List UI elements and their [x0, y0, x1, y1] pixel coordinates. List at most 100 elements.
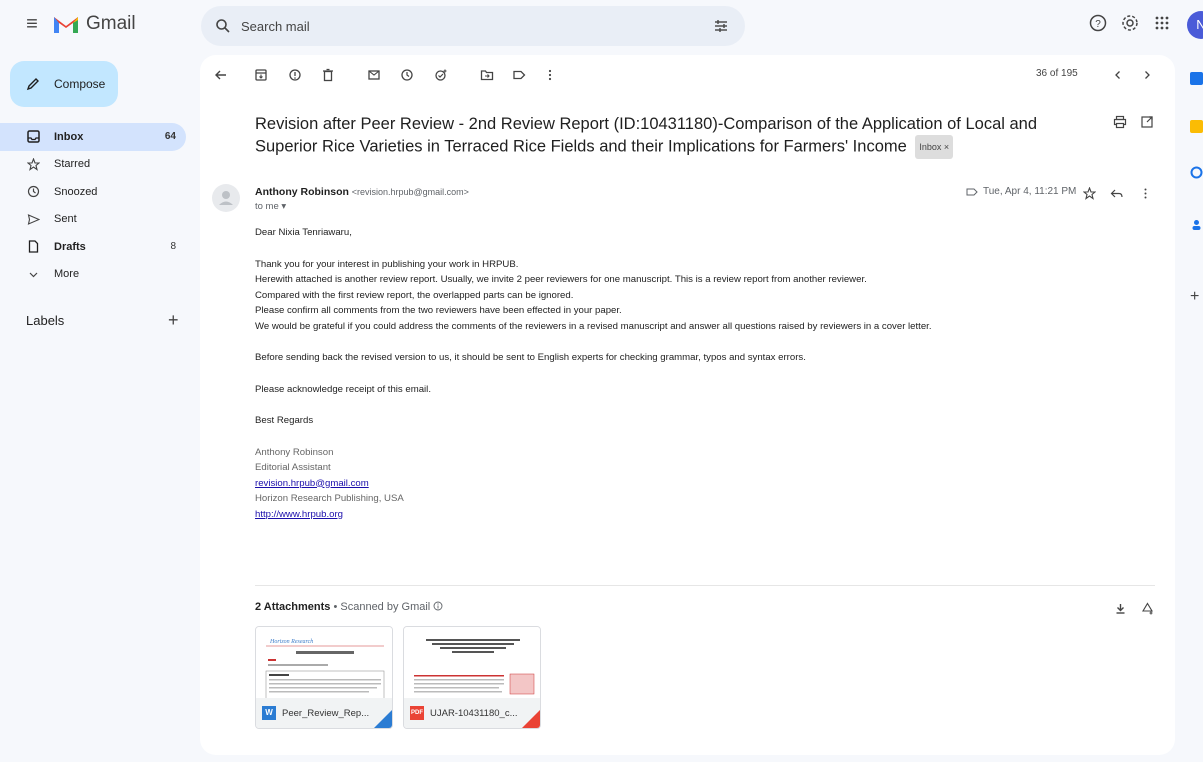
snooze-clock-icon[interactable] [398, 66, 416, 84]
attachment-filename: Peer_Review_Rep... [282, 707, 370, 719]
attachment-filename: UJAR-10431180_c... [430, 707, 518, 719]
signature-email-link[interactable]: revision.hrpub@gmail.com [255, 478, 369, 489]
gmail-logo[interactable]: Gmail [52, 11, 136, 37]
calendar-app-icon[interactable] [1190, 72, 1203, 85]
print-icon[interactable] [1111, 113, 1129, 131]
tasks-app-icon[interactable] [1190, 166, 1203, 179]
sidebar-nav: Inbox 64 Starred Snoozed Sent Drafts 8 M… [0, 123, 190, 288]
gmail-logo-icon [54, 17, 78, 33]
compose-label: Compose [54, 77, 106, 91]
sidebar-item-sent[interactable]: Sent [0, 206, 186, 234]
sidebar-item-label: Starred [54, 158, 91, 171]
add-label-icon[interactable]: + [168, 310, 179, 331]
attachment-card[interactable]: Horizon Research W Peer_Review_Rep... [255, 626, 393, 729]
move-to-folder-icon[interactable] [478, 66, 496, 84]
top-header: ≡ Gmail Search mail ? N [0, 0, 1203, 50]
gmail-app: ≡ Gmail Search mail ? N Compose Inbox 64… [0, 0, 1203, 762]
draft-count: 8 [170, 241, 176, 253]
label-tag-icon[interactable] [510, 66, 528, 84]
send-icon [26, 212, 40, 226]
compose-button[interactable]: Compose [10, 61, 118, 107]
search-options-icon[interactable] [713, 18, 729, 34]
file-corner-mark [522, 710, 540, 728]
labels-heading: Labels [26, 313, 65, 328]
apps-grid-icon[interactable] [1152, 13, 1172, 33]
body-line: Please confirm all comments from the two… [255, 305, 622, 316]
archive-icon[interactable] [252, 66, 270, 84]
more-options-icon[interactable] [541, 66, 559, 84]
contacts-app-icon[interactable] [1190, 218, 1203, 231]
keep-app-icon[interactable] [1190, 120, 1203, 133]
add-to-tasks-icon[interactable] [432, 66, 450, 84]
add-to-drive-icon[interactable] [1138, 599, 1156, 617]
search-bar[interactable] [201, 6, 745, 46]
signature-website-link[interactable]: http://www.hrpub.org [255, 509, 343, 520]
settings-gear-icon[interactable] [1120, 13, 1140, 33]
reply-arrow-icon[interactable] [1107, 184, 1125, 202]
email-view: 36 of 195 Revision after Peer Review - 2… [200, 55, 1175, 755]
message-more-icon[interactable] [1136, 184, 1154, 202]
star-icon [26, 157, 40, 171]
back-arrow-icon[interactable] [212, 66, 230, 84]
add-addon-icon[interactable]: + [1190, 289, 1203, 305]
clock-icon [26, 185, 40, 199]
signature-company: Horizon Research Publishing, USA [255, 493, 404, 504]
attachments-count: 2 Attachments [255, 601, 331, 613]
app-name: Gmail [86, 13, 136, 34]
sidebar-item-label: Snoozed [54, 185, 98, 198]
svg-text:?: ? [1095, 19, 1101, 30]
message-pager: 36 of 195 [1036, 68, 1078, 79]
download-all-icon[interactable] [1111, 599, 1129, 617]
search-input[interactable] [241, 18, 711, 34]
body-line: Thank you for your interest in publishin… [255, 258, 519, 270]
greeting: Dear Nixia Tenriawaru, [255, 227, 352, 238]
inbox-label-chip[interactable]: Inbox × [915, 135, 954, 159]
sender-line: Anthony Robinson <revision.hrpub@gmail.c… [255, 186, 469, 198]
message-toolbar: 36 of 195 [200, 55, 1175, 95]
mark-unread-icon[interactable] [365, 66, 383, 84]
sender-avatar[interactable] [212, 184, 240, 212]
body-line: We would be grateful if you could addres… [255, 320, 932, 332]
signature-title: Editorial Assistant [255, 462, 331, 473]
search-icon[interactable] [215, 18, 231, 34]
unread-count: 64 [164, 131, 176, 143]
email-body: Dear Nixia Tenriawaru, Thank you for you… [255, 225, 1055, 522]
svg-text:Horizon Research: Horizon Research [269, 639, 313, 645]
word-file-icon: W [262, 706, 276, 720]
sender-name[interactable]: Anthony Robinson [255, 186, 349, 198]
attachments-header: 2 Attachments • Scanned by Gmail [255, 601, 443, 613]
delete-trash-icon[interactable] [319, 66, 337, 84]
account-avatar[interactable]: N [1187, 11, 1203, 39]
scanned-note: Scanned by Gmail [340, 601, 431, 613]
main-menu-icon[interactable]: ≡ [20, 12, 44, 36]
inbox-icon [26, 130, 40, 144]
pencil-icon [26, 78, 39, 91]
body-line: Please acknowledge receipt of this email… [255, 383, 431, 395]
sidebar-item-label: Drafts [54, 240, 86, 253]
star-toggle-icon[interactable] [1080, 184, 1098, 202]
sidebar-item-label: Sent [54, 213, 77, 226]
draft-icon [26, 240, 40, 254]
datetime-text: Tue, Apr 4, 11:21 PM [983, 186, 1077, 197]
sidebar-item-starred[interactable]: Starred [0, 151, 186, 179]
email-subject: Revision after Peer Review - 2nd Review … [255, 113, 1045, 159]
open-new-window-icon[interactable] [1138, 113, 1156, 131]
newer-chevron-left-icon[interactable] [1109, 66, 1127, 84]
attachment-footer: PDF UJAR-10431180_c... [404, 698, 540, 728]
recipient-details-toggle[interactable]: to me ▾ [255, 201, 286, 212]
attachment-thumbnail: Horizon Research [256, 627, 392, 701]
info-icon[interactable] [433, 601, 443, 611]
attachment-card[interactable]: PDF UJAR-10431180_c... [403, 626, 541, 729]
sidebar-item-drafts[interactable]: Drafts 8 [0, 233, 186, 261]
sidebar-item-snoozed[interactable]: Snoozed [0, 178, 186, 206]
report-spam-icon[interactable] [286, 66, 304, 84]
label-important-icon[interactable] [966, 187, 978, 197]
pdf-file-icon: PDF [410, 706, 424, 720]
body-line: Herewith attached is another review repo… [255, 274, 867, 285]
help-icon[interactable]: ? [1088, 13, 1108, 33]
sidebar-item-more[interactable]: More [0, 261, 186, 289]
sidebar-item-inbox[interactable]: Inbox 64 [0, 123, 186, 151]
signature-name: Anthony Robinson [255, 446, 334, 458]
sidebar-item-label: More [54, 268, 80, 281]
older-chevron-right-icon[interactable] [1138, 66, 1156, 84]
